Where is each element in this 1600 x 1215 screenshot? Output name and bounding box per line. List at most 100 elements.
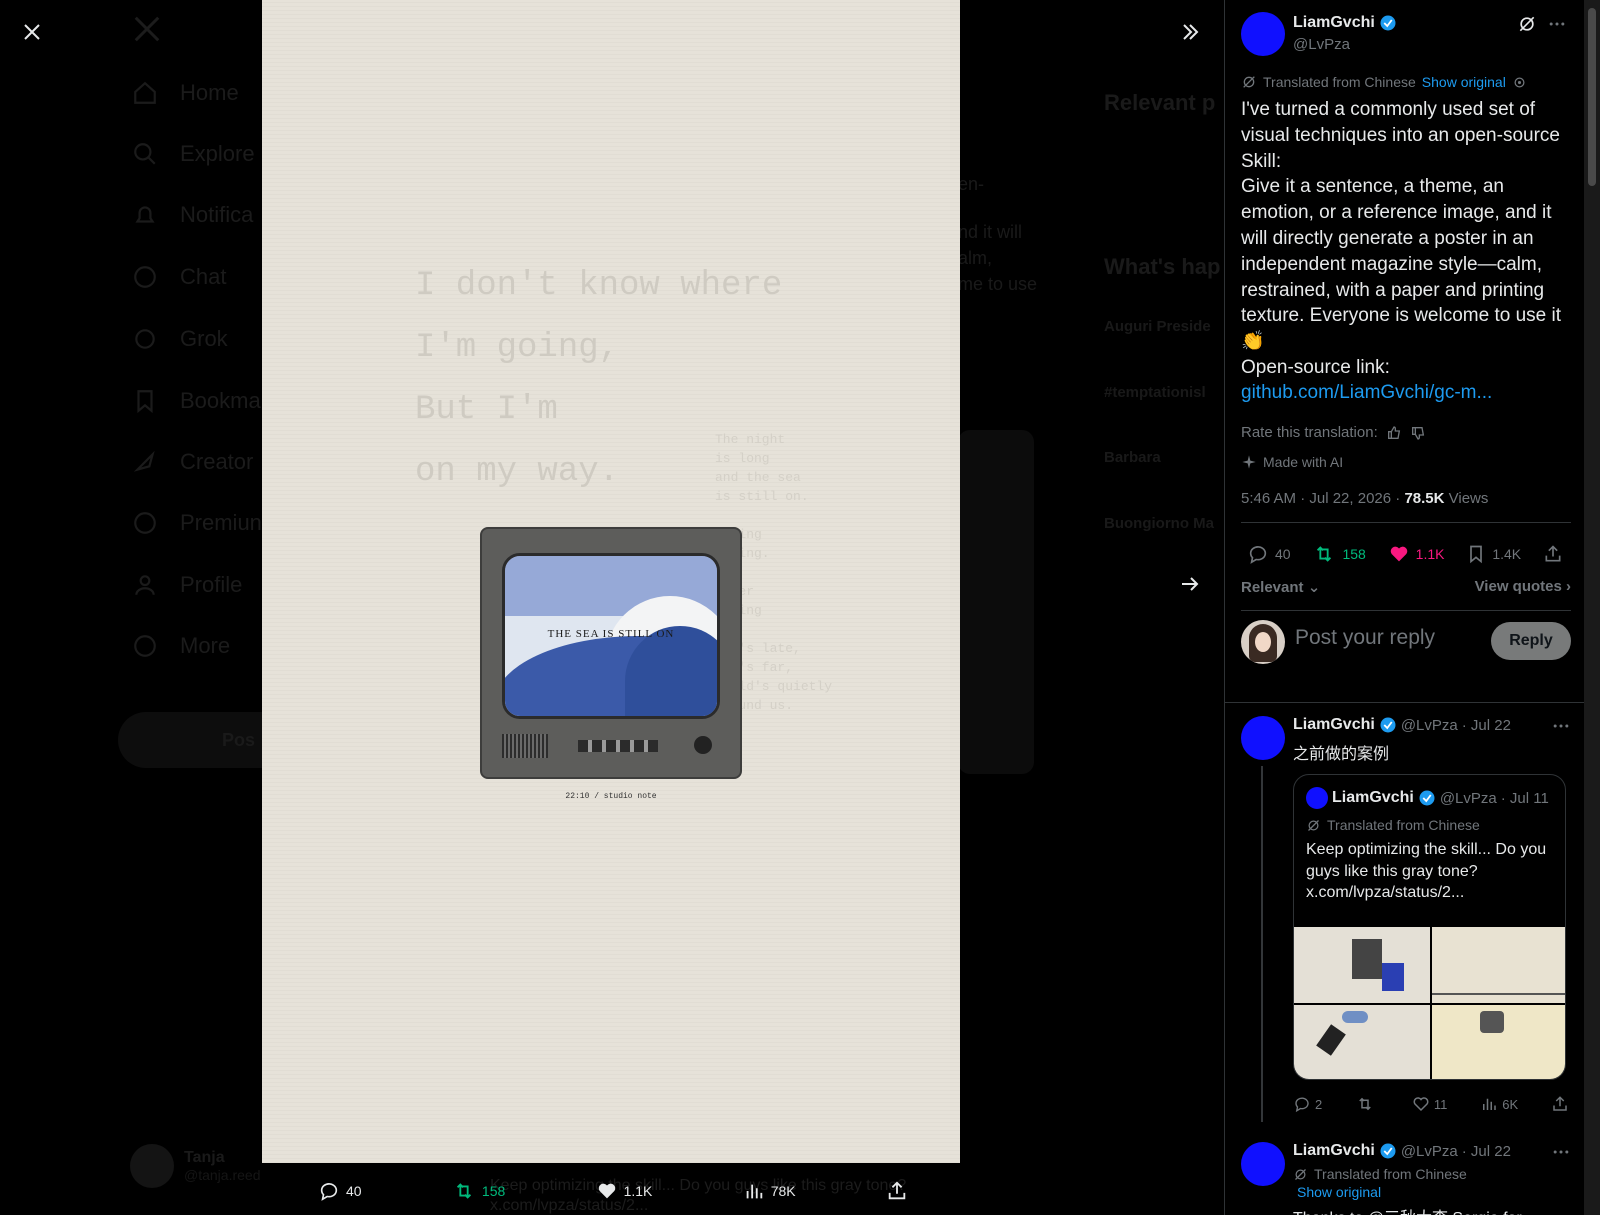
reply-button[interactable]: 40 bbox=[1247, 543, 1291, 565]
more-options-icon[interactable] bbox=[1551, 1142, 1571, 1162]
media-views-button[interactable]: 78K bbox=[743, 1180, 796, 1202]
chevron-right-icon: › bbox=[1566, 578, 1571, 595]
side-poem-line bbox=[715, 506, 832, 525]
quote-media-thumbnail[interactable] bbox=[1431, 927, 1565, 1003]
search-icon bbox=[134, 143, 156, 165]
reply-button[interactable]: 2 bbox=[1293, 1095, 1322, 1113]
timestamp[interactable]: 5:46 AM · Jul 22, 2026 · bbox=[1241, 490, 1404, 507]
rate-translation: Rate this translation: bbox=[1241, 424, 1426, 441]
post-button-label: Pos bbox=[222, 729, 256, 750]
nav-label: Grok bbox=[180, 326, 228, 351]
more-options-icon[interactable] bbox=[1551, 716, 1571, 736]
gear-icon[interactable] bbox=[1512, 75, 1527, 90]
double-chevron-right-icon bbox=[1183, 24, 1199, 40]
more-options-icon[interactable] bbox=[1547, 14, 1567, 34]
side-poem-line: The night bbox=[715, 432, 786, 447]
home-icon bbox=[134, 81, 156, 104]
reply-author-name[interactable]: LiamGvchi bbox=[1293, 716, 1375, 734]
quote-author-name: LiamGvchi bbox=[1332, 789, 1414, 806]
thumbs-up-icon[interactable] bbox=[1386, 425, 1402, 441]
sort-dropdown[interactable]: Relevant ⌄ bbox=[1241, 578, 1320, 596]
view-quotes-link[interactable]: View quotes › bbox=[1475, 578, 1571, 596]
reply-header: LiamGvchi @LvPza · Jul 22 bbox=[1293, 1142, 1511, 1160]
made-with-ai-label: Made with AI bbox=[1241, 454, 1343, 470]
reply-submit-button[interactable]: Reply bbox=[1491, 622, 1571, 660]
reply-author-handle[interactable]: @LvPza bbox=[1401, 1143, 1458, 1160]
poster-caption: 22:10 / studio note bbox=[565, 792, 657, 801]
share-icon bbox=[888, 1181, 906, 1200]
translate-icon bbox=[1308, 819, 1319, 831]
repost-button[interactable]: 158 bbox=[1312, 543, 1366, 565]
views-icon bbox=[1483, 1098, 1496, 1110]
sparkle-icon bbox=[1242, 455, 1256, 469]
repost-button[interactable] bbox=[1355, 1095, 1379, 1113]
quote-media-thumbnail[interactable] bbox=[1294, 1005, 1430, 1079]
reply-author-handle[interactable]: @LvPza bbox=[1401, 717, 1458, 734]
trend-item: #temptationisl bbox=[1104, 384, 1206, 401]
nav-label: More bbox=[180, 633, 231, 658]
avatar[interactable] bbox=[1241, 1142, 1285, 1186]
media-action-bar: 40 158 1.1K 78K bbox=[318, 1176, 908, 1206]
share-button[interactable] bbox=[1543, 543, 1563, 565]
thumbnail-figure bbox=[1316, 1024, 1346, 1056]
open-source-link[interactable]: github.com/LiamGvchi/gc-m... bbox=[1241, 382, 1492, 404]
nav-label: Bookma bbox=[180, 388, 261, 413]
nav-label: Profile bbox=[180, 572, 243, 597]
nav-label: Creator bbox=[180, 449, 254, 474]
translate-icon bbox=[1295, 1168, 1306, 1180]
like-button[interactable]: 11 bbox=[1412, 1095, 1448, 1113]
avatar[interactable] bbox=[1241, 12, 1285, 56]
like-count: 11 bbox=[1433, 1096, 1448, 1112]
share-button[interactable] bbox=[1551, 1095, 1569, 1113]
media-reply-button[interactable]: 40 bbox=[318, 1180, 362, 1202]
translation-notice: Translated from Chinese Show original bbox=[1241, 74, 1527, 90]
close-button[interactable] bbox=[18, 18, 46, 46]
show-original-link[interactable]: Show original bbox=[1297, 1184, 1381, 1200]
translation-notice: Translated from Chinese bbox=[1293, 1166, 1467, 1182]
x-logo-icon bbox=[134, 16, 160, 42]
translated-label: Translated from Chinese bbox=[1263, 74, 1416, 90]
views-button[interactable]: 6K bbox=[1480, 1095, 1518, 1113]
media-image[interactable]: I don't know where I'm going, But I'm on… bbox=[262, 0, 960, 1163]
heart-icon bbox=[1390, 546, 1407, 562]
nav-item-home: Home bbox=[132, 80, 239, 106]
whats-happening-heading: What's hap bbox=[1104, 254, 1221, 279]
share-icon bbox=[1545, 545, 1561, 562]
bookmark-button[interactable]: 1.4K bbox=[1466, 543, 1521, 565]
media-share-button[interactable] bbox=[886, 1180, 908, 1202]
like-button[interactable]: 1.1K bbox=[1388, 543, 1444, 565]
quote-media-thumbnail[interactable] bbox=[1431, 1005, 1565, 1079]
media-like-button[interactable]: 1.1K bbox=[596, 1180, 652, 1202]
reply-input[interactable]: Post your reply bbox=[1295, 626, 1435, 650]
author-name[interactable]: LiamGvchi bbox=[1293, 14, 1397, 32]
show-original-link[interactable]: Show original bbox=[1422, 74, 1506, 90]
grok-icon[interactable] bbox=[1517, 14, 1537, 34]
translated-label: Translated from Chinese bbox=[1327, 817, 1480, 833]
next-media-button[interactable] bbox=[1176, 570, 1204, 598]
trend-item: Buongiorno Ma bbox=[1104, 515, 1214, 532]
ai-label: Made with AI bbox=[1263, 454, 1344, 470]
media-repost-button[interactable]: 158 bbox=[452, 1180, 505, 1202]
collapse-panel-button[interactable] bbox=[1176, 18, 1204, 46]
reply-author-name[interactable]: LiamGvchi bbox=[1293, 1142, 1375, 1160]
scrollbar-thumb[interactable] bbox=[1588, 8, 1596, 186]
quoted-tweet[interactable]: LiamGvchi @LvPza · Jul 11 Translated fro… bbox=[1293, 774, 1566, 1080]
translated-label: Translated from Chinese bbox=[1314, 1166, 1467, 1182]
quote-media-grid[interactable] bbox=[1294, 927, 1565, 1079]
quote-media-thumbnail[interactable] bbox=[1294, 927, 1430, 1003]
chevron-down-icon: ⌄ bbox=[1307, 579, 1321, 596]
tv-caption: THE SEA IS STILL ON bbox=[547, 628, 675, 640]
reply-date[interactable]: · Jul 22 bbox=[1462, 717, 1511, 734]
bookmark-icon bbox=[137, 390, 153, 414]
reply-date[interactable]: · Jul 22 bbox=[1462, 1143, 1511, 1160]
views-count: 6K bbox=[1502, 1096, 1519, 1112]
nav-item-premium: Premiun bbox=[132, 510, 262, 536]
reply-actions: 2 11 6K bbox=[1293, 1095, 1569, 1113]
avatar[interactable] bbox=[1241, 716, 1285, 760]
tweet-metadata: 5:46 AM · Jul 22, 2026 · 78.5K Views bbox=[1241, 490, 1488, 507]
thumbs-down-icon[interactable] bbox=[1410, 425, 1426, 441]
nav-item-more: More bbox=[132, 633, 230, 659]
quote-author-handle: @LvPza bbox=[1439, 789, 1497, 807]
views-icon bbox=[746, 1184, 762, 1199]
author-handle[interactable]: @LvPza bbox=[1293, 36, 1350, 53]
